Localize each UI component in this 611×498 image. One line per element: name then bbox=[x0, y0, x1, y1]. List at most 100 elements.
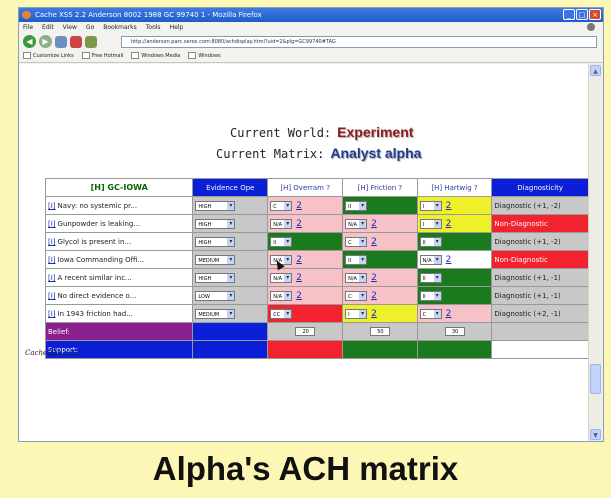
header-hypothesis-hartwig[interactable]: [H] Hartwig ? bbox=[416, 178, 493, 197]
bookmark-customize-links[interactable]: Customize Links bbox=[23, 50, 74, 62]
evidence-text[interactable]: A recent similar inc... bbox=[58, 274, 132, 282]
consistency-select[interactable]: C bbox=[419, 308, 442, 319]
header-evidence[interactable]: [H] GC-IOWA bbox=[44, 178, 194, 197]
minimize-button[interactable]: _ bbox=[563, 9, 575, 20]
evidence-text[interactable]: No direct evidence o... bbox=[58, 292, 137, 300]
belief-overram-input[interactable]: 20 bbox=[295, 327, 316, 336]
rating-link[interactable]: 2 bbox=[296, 255, 302, 265]
evidence-text[interactable]: Glycol is present in... bbox=[58, 238, 132, 246]
rating-link[interactable]: 2 bbox=[371, 273, 377, 283]
belief-row: Belief: 20 50 30 bbox=[44, 322, 589, 341]
hypothesis-cell-hartwig: N/A 2 bbox=[416, 250, 493, 269]
evidence-text[interactable]: In 1943 friction had... bbox=[58, 310, 133, 318]
ope-select[interactable]: HIGH bbox=[195, 218, 236, 229]
consistency-select[interactable]: II bbox=[345, 254, 368, 265]
evidence-text[interactable]: Navy: no systemic pr... bbox=[58, 202, 138, 210]
current-matrix-label: Current Matrix: bbox=[216, 147, 325, 161]
close-button[interactable]: × bbox=[589, 9, 601, 20]
header-evidence-ope[interactable]: Evidence Ope bbox=[192, 178, 269, 197]
evidence-link[interactable]: [I] bbox=[48, 256, 56, 264]
menu-help[interactable]: Help bbox=[170, 22, 184, 33]
rating-link[interactable]: 2 bbox=[371, 309, 377, 319]
evidence-text[interactable]: Gunpowder is leaking... bbox=[58, 220, 141, 228]
belief-hartwig-input[interactable]: 30 bbox=[444, 327, 465, 336]
scroll-up-icon[interactable]: ▲ bbox=[590, 65, 601, 76]
ope-select[interactable]: HIGH bbox=[195, 236, 236, 247]
stop-icon[interactable] bbox=[70, 35, 82, 48]
ope-select[interactable]: MEDIUM bbox=[195, 308, 236, 319]
maximize-button[interactable]: □ bbox=[576, 9, 588, 20]
title-bar: Cache XSS 2.2 Anderson 8002 1988 GC 9974… bbox=[19, 8, 603, 22]
home-icon[interactable] bbox=[85, 35, 97, 48]
rating-link[interactable]: 2 bbox=[296, 201, 302, 211]
consistency-select[interactable]: II bbox=[419, 290, 442, 301]
back-arrow-icon[interactable]: ◀ bbox=[23, 35, 36, 48]
ope-select[interactable]: LOW bbox=[195, 290, 236, 301]
consistency-select[interactable]: N/A bbox=[419, 254, 442, 265]
rating-link[interactable]: 2 bbox=[296, 273, 302, 283]
menu-file[interactable]: File bbox=[23, 22, 33, 33]
belief-friction-input[interactable]: 50 bbox=[369, 327, 390, 336]
reload-icon[interactable] bbox=[55, 35, 67, 48]
rating-link[interactable]: 2 bbox=[446, 255, 452, 265]
consistency-select[interactable]: II bbox=[419, 236, 442, 247]
consistency-select[interactable]: II bbox=[419, 272, 442, 283]
consistency-select[interactable]: II bbox=[345, 200, 368, 211]
consistency-select[interactable]: N/A bbox=[270, 218, 293, 229]
consistency-select[interactable]: I bbox=[345, 308, 368, 319]
rating-link[interactable]: 2 bbox=[446, 201, 452, 211]
menu-go[interactable]: Go bbox=[86, 22, 94, 33]
rating-link[interactable]: 2 bbox=[371, 291, 377, 301]
evidence-ope-cell: MEDIUM bbox=[192, 304, 269, 323]
consistency-select[interactable]: N/A bbox=[270, 272, 293, 283]
consistency-select[interactable]: I bbox=[419, 200, 442, 211]
rating-link[interactable]: 2 bbox=[296, 219, 302, 229]
hypothesis-cell-hartwig: I2 bbox=[416, 214, 493, 233]
evidence-link[interactable]: [I] bbox=[48, 310, 56, 318]
diagnosticity-cell: Diagnostic (+1, -2) bbox=[491, 196, 589, 215]
evidence-link[interactable]: [I] bbox=[48, 292, 56, 300]
rating-link[interactable]: 2 bbox=[446, 309, 452, 319]
vertical-scrollbar[interactable]: ▲ ▼ bbox=[588, 64, 603, 441]
evidence-cell: [I] Navy: no systemic pr... bbox=[44, 196, 194, 215]
menu-view[interactable]: View bbox=[63, 22, 77, 33]
menu-bookmarks[interactable]: Bookmarks bbox=[103, 22, 137, 33]
consistency-select[interactable]: I bbox=[419, 218, 442, 229]
ope-select[interactable]: MEDIUM bbox=[195, 254, 236, 265]
ope-select[interactable]: HIGH bbox=[195, 200, 236, 211]
consistency-select[interactable]: N/A bbox=[345, 272, 368, 283]
consistency-select[interactable]: C bbox=[270, 200, 293, 211]
evidence-link[interactable]: [I] bbox=[48, 220, 56, 228]
header-hypothesis-friction[interactable]: [H] Friction ? bbox=[342, 178, 418, 197]
consistency-select[interactable]: C bbox=[345, 290, 368, 301]
rating-link[interactable]: 2 bbox=[446, 219, 452, 229]
bookmark-windows-media[interactable]: Windows Media bbox=[131, 50, 180, 62]
address-bar[interactable]: http://anderson.parc.xerox.com:8080/achd… bbox=[121, 36, 597, 48]
scroll-thumb[interactable] bbox=[590, 364, 601, 394]
consistency-select[interactable]: N/A bbox=[270, 290, 293, 301]
forward-arrow-icon[interactable]: ▶ bbox=[39, 35, 52, 48]
ope-select[interactable]: HIGH bbox=[195, 272, 236, 283]
consistency-select[interactable]: N/A bbox=[345, 218, 368, 229]
current-world-label: Current World: bbox=[230, 126, 332, 140]
hypothesis-cell-friction: II bbox=[342, 196, 418, 215]
rating-link[interactable]: 2 bbox=[296, 291, 302, 301]
evidence-link[interactable]: [I] bbox=[48, 202, 56, 210]
belief-label: Belief: bbox=[44, 322, 194, 341]
header-hypothesis-overram[interactable]: [H] Overram ? bbox=[267, 178, 344, 197]
consistency-select[interactable]: C bbox=[345, 236, 368, 247]
consistency-select[interactable]: II bbox=[270, 236, 293, 247]
scroll-down-icon[interactable]: ▼ bbox=[590, 429, 601, 440]
menu-tools[interactable]: Tools bbox=[146, 22, 161, 33]
menu-edit[interactable]: Edit bbox=[42, 22, 54, 33]
evidence-link[interactable]: [I] bbox=[48, 274, 56, 282]
rating-link[interactable]: 2 bbox=[371, 237, 377, 247]
consistency-select[interactable]: CC bbox=[270, 308, 293, 319]
bookmark-free-hotmail[interactable]: Free Hotmail bbox=[82, 50, 124, 62]
evidence-text[interactable]: Iowa Commanding Offi... bbox=[58, 256, 145, 264]
bookmark-windows[interactable]: Windows bbox=[188, 50, 220, 62]
current-matrix-value: Analyst alpha bbox=[330, 145, 422, 161]
current-world-value: Experiment bbox=[337, 124, 414, 140]
evidence-link[interactable]: [I] bbox=[48, 238, 56, 246]
rating-link[interactable]: 2 bbox=[371, 219, 377, 229]
